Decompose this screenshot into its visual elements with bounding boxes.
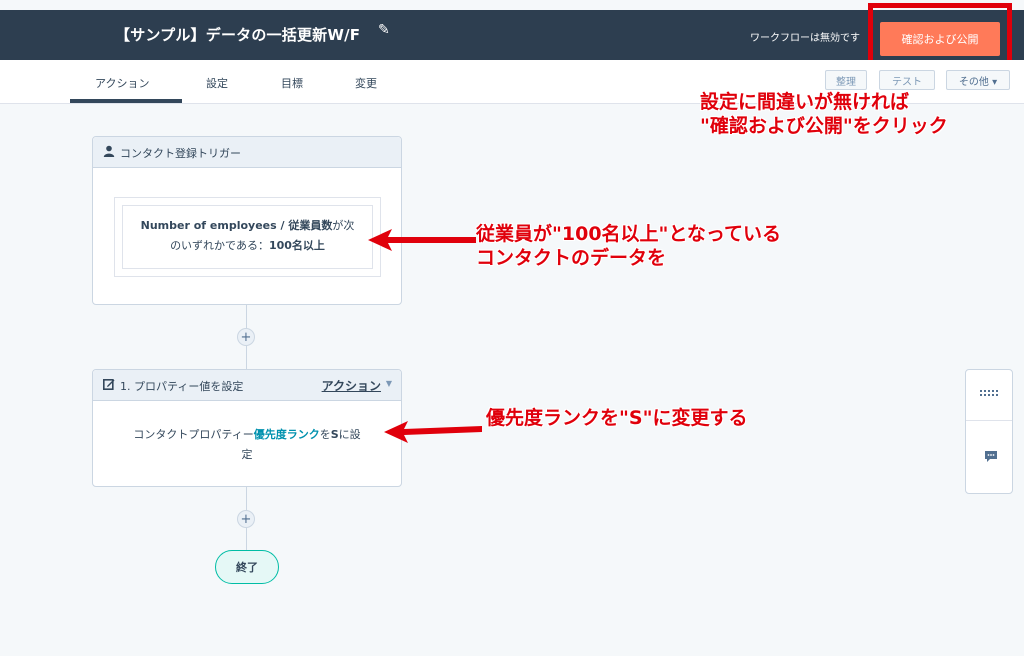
filter-operator-line2: のいずれかである： [170,239,269,252]
action-title: 1. プロパティー値を設定 [120,380,244,393]
side-dock [965,369,1013,494]
tidy-button[interactable]: 整理 [825,70,867,90]
action-value: S [330,428,339,441]
dock-divider [966,420,1012,421]
test-button[interactable]: テスト [879,70,935,90]
edit-icon [103,378,115,390]
filter-condition[interactable]: Number of employees / 従業員数が次 のいずれかである：10… [122,205,373,269]
trigger-card-header: コンタクト登録トリガー [93,137,401,168]
add-action-button[interactable]: + [237,510,255,528]
filter-operator: が次 [332,219,355,232]
filter-property: Number of employees / 従業員数 [140,219,333,232]
action-text-post: に設 [338,428,361,441]
action-text-pre: コンタクトプロパティー [133,428,254,441]
comment-icon[interactable] [984,450,998,463]
annotation-publish: 設定に間違いが無ければ "確認および公開"をクリック [700,90,948,138]
end-node: 終了 [215,550,279,584]
annotation-action: 優先度ランクを"S"に変更する [486,406,747,430]
action-menu-link[interactable]: アクション [322,377,381,394]
tab-actions[interactable]: アクション [95,75,149,91]
annotation-trigger-line1: 従業員が"100名以上"となっている [476,223,781,245]
trigger-title: コンタクト登録トリガー [120,147,241,160]
action-card-header: 1. プロパティー値を設定 アクション ▼ [93,370,401,401]
active-tab-indicator [70,99,182,103]
filter-group[interactable]: Number of employees / 従業員数が次 のいずれかである：10… [114,197,381,277]
tab-settings[interactable]: 設定 [206,75,228,91]
action-text-mid: を [319,428,331,441]
action-description: コンタクトプロパティー優先度ランクをSに設 定 [113,425,381,465]
chevron-down-icon[interactable]: ▼ [386,379,392,388]
keyboard-icon[interactable] [980,390,1000,396]
action-text-line2: 定 [241,448,253,461]
action-card[interactable]: 1. プロパティー値を設定 アクション ▼ コンタクトプロパティー優先度ランクを… [92,369,402,487]
workflow-status: ワークフローは無効です [750,33,860,44]
annotation-trigger-line2: コンタクトのデータを [476,247,667,269]
pencil-icon[interactable]: ✎ [378,22,390,38]
filter-value: 100名以上 [268,239,325,252]
annotation-trigger: 従業員が"100名以上"となっている コンタクトのデータを [476,222,781,270]
highlight-frame [868,3,1012,67]
annotation-publish-line2: "確認および公開"をクリック [700,115,948,137]
annotation-publish-line1: 設定に間違いが無ければ [700,91,910,113]
arrow-icon [384,421,482,443]
workflow-title[interactable]: 【サンプル】データの一括更新W/F [115,24,360,45]
trigger-card[interactable]: コンタクト登録トリガー Number of employees / 従業員数が次… [92,136,402,305]
tab-changes[interactable]: 変更 [355,75,377,91]
more-dropdown[interactable]: その他 ▾ [946,70,1010,90]
arrow-icon [368,229,476,251]
annotation-action-line1: 優先度ランクを"S"に変更する [486,407,748,429]
add-action-button[interactable]: + [237,328,255,346]
action-property-link[interactable]: 優先度ランク [254,428,320,441]
tab-goals[interactable]: 目標 [281,75,303,91]
user-icon [103,145,115,157]
